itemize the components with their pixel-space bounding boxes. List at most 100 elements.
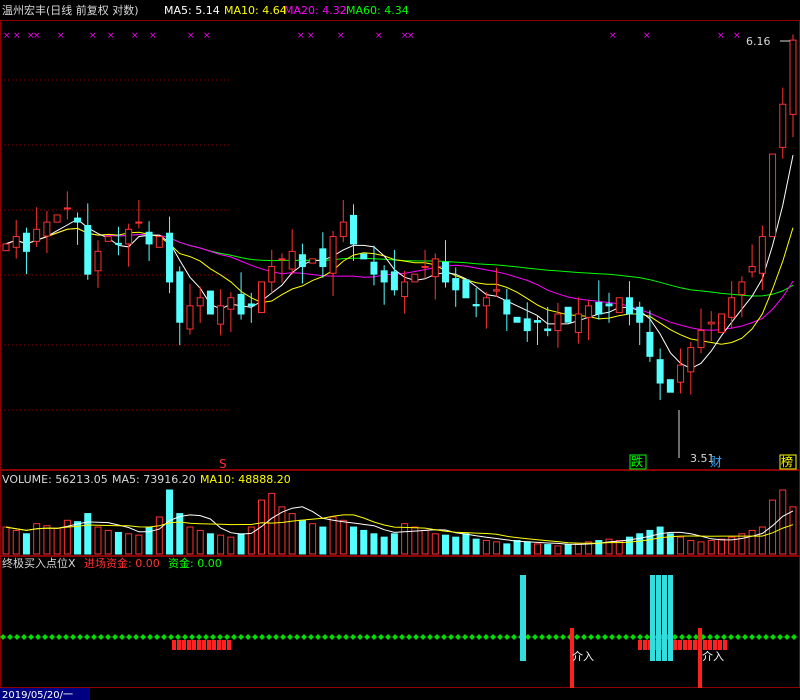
candle-body (155, 236, 163, 248)
buy-tag-1: 介入 (572, 650, 594, 663)
baseline-diamond (385, 634, 391, 640)
baseline-diamond (490, 634, 496, 640)
volume-bar (452, 536, 460, 555)
candle-body (585, 305, 593, 318)
volume-bar (779, 489, 787, 555)
baseline-diamond (203, 634, 209, 640)
baseline-diamond (224, 634, 230, 640)
baseline-diamond (721, 634, 727, 640)
cyan-spike (650, 575, 655, 661)
x-marker: × (89, 31, 97, 41)
candle-body (196, 297, 204, 307)
candle-body (544, 328, 552, 332)
candle-body (441, 261, 449, 283)
baseline-diamond (413, 634, 419, 640)
signal-block (703, 640, 707, 650)
baseline-diamond (105, 634, 111, 640)
candle-body (625, 297, 633, 315)
x-marker: × (203, 31, 211, 41)
candle-body (707, 321, 715, 325)
candle-body (74, 217, 82, 223)
candlestick-series (2, 34, 797, 401)
candle-body (697, 330, 705, 349)
volume-bar (135, 534, 143, 555)
baseline-diamond (420, 634, 426, 640)
ma60-path (5, 227, 794, 297)
baseline-diamond (546, 634, 552, 640)
baseline-diamond (784, 634, 790, 640)
signal-block (708, 640, 712, 650)
volume-bar (636, 533, 644, 555)
volume-bar (390, 533, 398, 555)
volume-bar (493, 541, 501, 555)
x-marker: × (375, 31, 383, 41)
baseline-diamond (315, 634, 321, 640)
candle-body (217, 305, 225, 325)
baseline-diamond (287, 634, 293, 640)
baseline-diamond (756, 634, 762, 640)
x-marker: × (149, 31, 157, 41)
ma20-label: MA20: 4.32 (284, 4, 347, 17)
signal-block (187, 640, 191, 650)
high-price-label: 6.16 (746, 35, 771, 48)
volume-bar (677, 536, 685, 555)
volume-bar (656, 526, 664, 555)
signal-block (723, 640, 727, 650)
x-marker: × (609, 31, 617, 41)
candle-body (360, 253, 368, 260)
volume-bar (441, 534, 449, 555)
marker-rank: 榜 (781, 454, 793, 469)
baseline-diamond (378, 634, 384, 640)
baseline-diamond (161, 634, 167, 640)
signal-block (693, 640, 697, 650)
volume-bar (738, 533, 746, 555)
volume-bar (564, 544, 572, 555)
candle-body (523, 318, 531, 332)
candle-body (677, 364, 685, 383)
date-label: 2019/05/20/一 (2, 690, 73, 700)
baseline-diamond (84, 634, 90, 640)
candle-body (779, 103, 787, 148)
candle-body (278, 258, 286, 261)
volume-bar (687, 540, 695, 555)
baseline-diamond (742, 634, 748, 640)
signal-block (197, 640, 201, 650)
baseline-diamond (532, 634, 538, 640)
volume-bar (288, 513, 296, 555)
panel-frame (0, 556, 800, 688)
baseline-diamond (588, 634, 594, 640)
baseline-diamond (406, 634, 412, 640)
baseline-diamond (280, 634, 286, 640)
candle-body (636, 306, 644, 323)
volume-bar (370, 533, 378, 555)
baseline-diamond (609, 634, 615, 640)
volume-bar (84, 513, 92, 555)
volume-bar (380, 536, 388, 555)
candle-body (2, 243, 10, 252)
candle-body (769, 153, 777, 238)
baseline-diamond (336, 634, 342, 640)
baseline-diamond (364, 634, 370, 640)
baseline-diamond (728, 634, 734, 640)
candle-body (390, 271, 398, 291)
candle-body (339, 221, 347, 238)
baseline-diamond (210, 634, 216, 640)
baseline-diamond (483, 634, 489, 640)
x-marker: × (57, 31, 65, 41)
volume-bar (523, 541, 531, 555)
x-marker: × (13, 31, 21, 41)
candle-body (268, 265, 276, 283)
baseline-diamond (504, 634, 510, 640)
candle-body (114, 242, 122, 245)
baseline-diamond (735, 634, 741, 640)
marker-fall: 跌 (631, 454, 643, 469)
candle-body (513, 316, 521, 323)
baseline-diamond (763, 634, 769, 640)
baseline-diamond (294, 634, 300, 640)
signal-block (673, 640, 677, 650)
volume-bar (360, 529, 368, 555)
candle-body (472, 304, 480, 307)
candle-body (370, 261, 378, 275)
cyan-spike (662, 575, 667, 661)
candle-body (258, 281, 266, 314)
